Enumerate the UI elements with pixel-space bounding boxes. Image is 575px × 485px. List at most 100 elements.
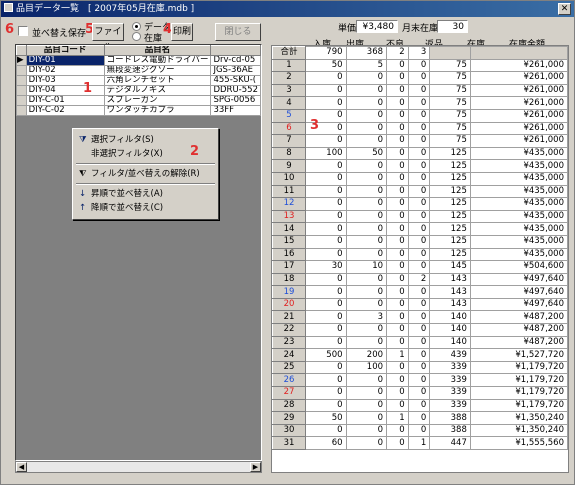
cell-stock-value[interactable]: ¥1,179,720 (469, 398, 569, 413)
cell-in[interactable]: 0 (305, 134, 347, 148)
cell-out[interactable]: 10 (345, 260, 388, 274)
menu-item-filter-exclude[interactable]: 非選択フィルタ(X) (91, 148, 163, 160)
scroll-left-icon[interactable]: ◀ (16, 462, 27, 472)
cell-return[interactable]: 0 (407, 310, 431, 325)
cell-out[interactable]: 0 (345, 96, 388, 110)
cell-stock-value[interactable]: ¥261,000 (469, 83, 569, 98)
cell-stock-value[interactable]: ¥261,000 (469, 58, 569, 73)
cell-code[interactable]: DIY-02 (25, 65, 105, 76)
table-row[interactable]: 14 0 0 0 0 125 ¥435,000 (272, 222, 569, 236)
menu-item-sort-descending[interactable]: 降順で並べ替え(C) (91, 202, 163, 214)
cell-out[interactable]: 0 (345, 83, 388, 98)
cell-out[interactable]: 0 (345, 222, 388, 236)
cell-code[interactable]: DIY-C-02 (25, 105, 105, 116)
cell-return[interactable]: 0 (407, 96, 431, 110)
table-row[interactable]: 24 500 200 1 0 439 ¥1,527,720 (272, 348, 569, 362)
cell-code[interactable]: DIY-03 (25, 75, 105, 86)
cell-bad[interactable]: 0 (386, 323, 409, 337)
cell-bad[interactable]: 0 (386, 297, 409, 312)
table-row[interactable]: 10 0 0 0 0 125 ¥435,000 (272, 171, 569, 186)
cell-bad[interactable]: 0 (386, 335, 409, 350)
close-button[interactable]: 閉じる (215, 23, 261, 41)
cell-in[interactable]: 0 (305, 83, 347, 98)
column-header-code[interactable]: 品目コード (25, 45, 105, 56)
cell-return[interactable]: 0 (407, 234, 431, 249)
cell-in[interactable]: 50 (305, 411, 347, 425)
cell-return[interactable]: 0 (407, 146, 431, 161)
cell-bad[interactable]: 0 (386, 222, 409, 236)
row-selector[interactable] (16, 65, 27, 76)
cell-out[interactable]: 0 (345, 335, 388, 350)
cell-code[interactable]: DIY-01 (25, 55, 105, 66)
cell-out[interactable]: 0 (345, 71, 388, 85)
cell-bad[interactable]: 0 (386, 360, 409, 375)
table-row[interactable]: 13 0 0 0 0 125 ¥435,000 (272, 209, 569, 224)
radio-data[interactable] (132, 22, 141, 31)
cell-extra[interactable]: 455-SKU-( (210, 75, 261, 86)
cell-extra[interactable]: Drv-cd-05 (210, 55, 261, 66)
cell-stock-value[interactable]: ¥435,000 (469, 146, 569, 161)
cell-return[interactable]: 0 (407, 411, 431, 425)
cell-out[interactable]: 3 (345, 310, 388, 325)
cell-out[interactable]: 0 (345, 171, 388, 186)
cell-bad[interactable]: 0 (386, 184, 409, 199)
cell-stock[interactable]: 75 (429, 108, 471, 123)
cell-stock-value[interactable]: ¥497,640 (469, 272, 569, 287)
cell-return[interactable]: 0 (407, 386, 431, 400)
cell-in[interactable]: 0 (305, 272, 347, 287)
cell-out[interactable]: 0 (345, 247, 388, 262)
cell-out[interactable]: 200 (345, 348, 388, 362)
cell-bad[interactable]: 0 (386, 146, 409, 161)
cell-out[interactable]: 0 (345, 423, 388, 438)
column-header-extra[interactable] (210, 45, 261, 56)
row-selector[interactable] (16, 95, 27, 106)
cell-return[interactable]: 0 (407, 121, 431, 136)
cell-bad[interactable]: 0 (386, 285, 409, 299)
cell-stock-value[interactable]: ¥435,000 (469, 222, 569, 236)
cell-stock-value[interactable]: ¥261,000 (469, 96, 569, 110)
cell-stock[interactable]: 125 (429, 184, 471, 199)
table-row[interactable]: ▶ DIY-01 コードレス電動ドライバー Drv-cd-05 (16, 55, 261, 66)
row-selector[interactable] (16, 75, 27, 86)
cell-name[interactable]: コードレス電動ドライバー (103, 55, 212, 66)
table-row[interactable]: DIY-02 無段変速ジグソー JGS-36AE (16, 65, 261, 76)
table-row[interactable]: 7 0 0 0 0 75 ¥261,000 (272, 134, 569, 148)
cell-return[interactable]: 0 (407, 423, 431, 438)
cell-return[interactable]: 0 (407, 222, 431, 236)
cell-in[interactable]: 0 (305, 71, 347, 85)
table-row[interactable]: 8 100 50 0 0 125 ¥435,000 (272, 146, 569, 161)
cell-in[interactable]: 0 (305, 310, 347, 325)
cell-out[interactable]: 0 (345, 159, 388, 173)
cell-bad[interactable]: 0 (386, 247, 409, 262)
cell-bad[interactable]: 0 (386, 423, 409, 438)
cell-bad[interactable]: 0 (386, 197, 409, 211)
cell-bad[interactable]: 0 (386, 134, 409, 148)
cell-bad[interactable]: 0 (386, 373, 409, 388)
column-header-name[interactable]: 品目名 (103, 45, 212, 56)
cell-stock-value[interactable]: ¥435,000 (469, 234, 569, 249)
table-row[interactable]: 17 30 10 0 0 145 ¥504,600 (272, 260, 569, 274)
cell-return[interactable]: 0 (407, 335, 431, 350)
cell-stock[interactable]: 339 (429, 360, 471, 375)
cell-in[interactable]: 0 (305, 386, 347, 400)
cell-stock-value[interactable]: ¥487,200 (469, 323, 569, 337)
cell-stock-value[interactable]: ¥435,000 (469, 184, 569, 199)
cell-stock[interactable]: 339 (429, 373, 471, 388)
cell-bad[interactable]: 0 (386, 121, 409, 136)
cell-in[interactable]: 500 (305, 348, 347, 362)
cell-return[interactable]: 0 (407, 373, 431, 388)
cell-out[interactable]: 0 (345, 373, 388, 388)
cell-stock-value[interactable]: ¥435,000 (469, 197, 569, 211)
cell-bad[interactable]: 0 (386, 96, 409, 110)
cell-return[interactable]: 2 (407, 272, 431, 287)
cell-bad[interactable]: 0 (386, 71, 409, 85)
cell-in[interactable]: 0 (305, 373, 347, 388)
cell-bad[interactable]: 0 (386, 272, 409, 287)
cell-stock[interactable]: 143 (429, 297, 471, 312)
cell-stock[interactable]: 339 (429, 386, 471, 400)
cell-out[interactable]: 0 (345, 134, 388, 148)
table-row[interactable]: 21 0 3 0 0 140 ¥487,200 (272, 310, 569, 325)
cell-extra[interactable]: JGS-36AE (210, 65, 261, 76)
cell-extra[interactable]: 33FF (210, 105, 261, 116)
cell-stock[interactable]: 75 (429, 58, 471, 73)
